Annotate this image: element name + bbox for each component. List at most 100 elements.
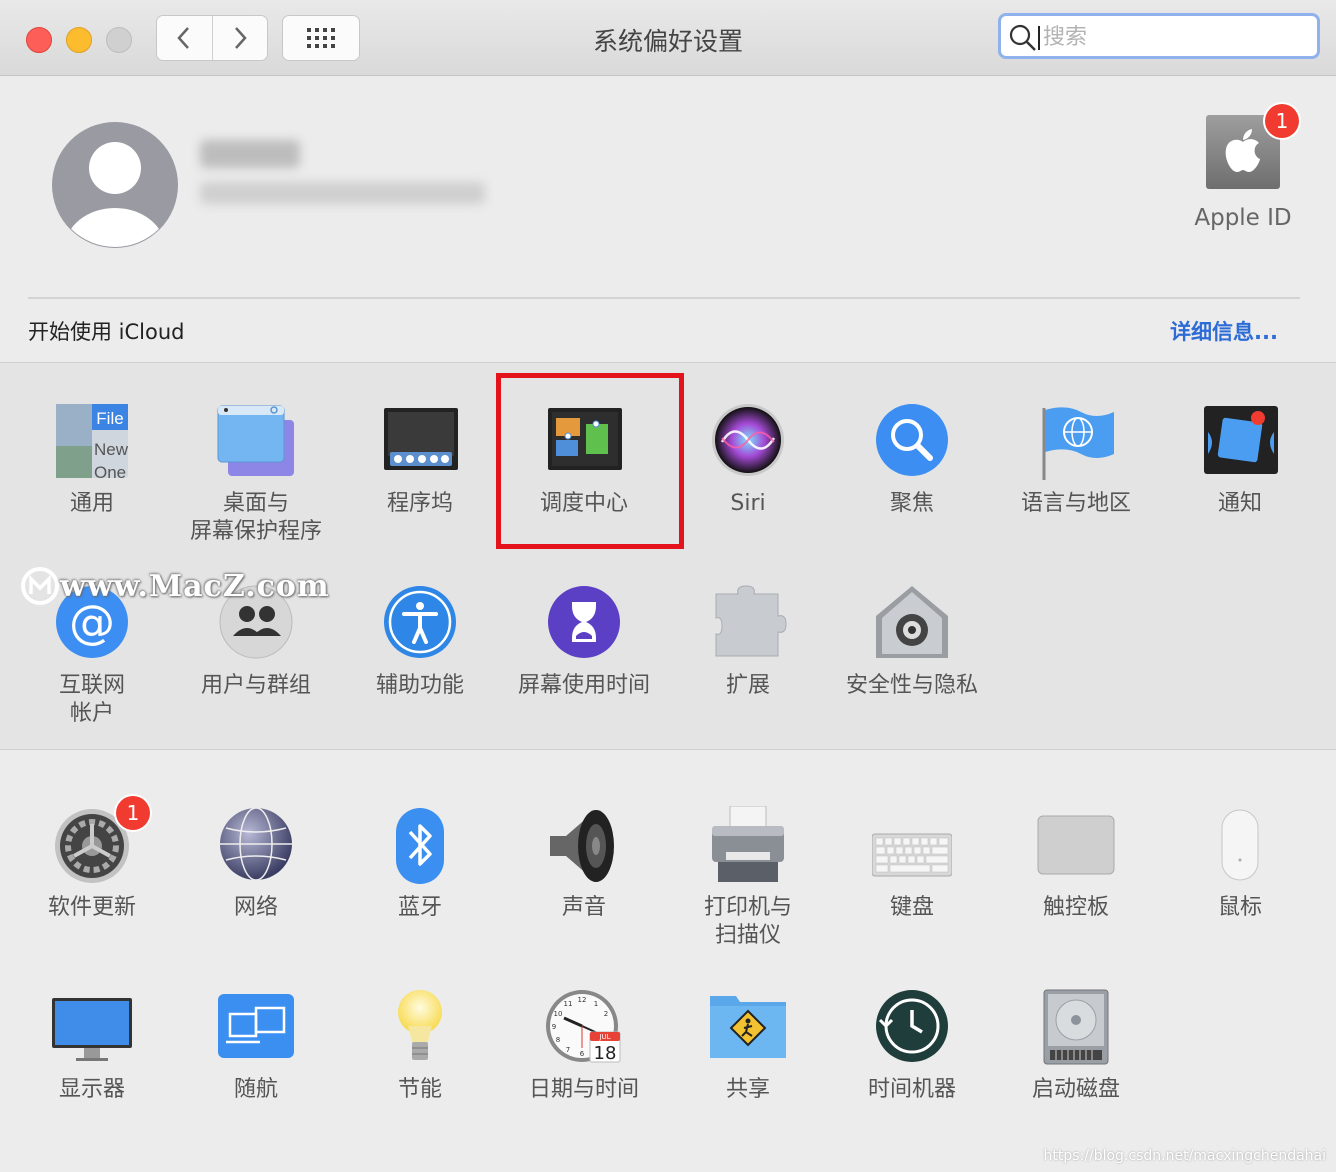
pref-label: 触控板 <box>1042 895 1109 920</box>
pref-label: 声音 <box>561 895 606 920</box>
pref-label: 通用 <box>69 491 114 516</box>
pref-label: 共享 <box>725 1077 770 1102</box>
language-region-icon <box>1042 407 1114 480</box>
pref-desktop-screensaver[interactable]: 桌面与 屏幕保护程序 <box>174 402 338 546</box>
pref-network[interactable]: 网络 <box>174 806 338 922</box>
pref-label: 网络 <box>233 895 278 920</box>
forward-button[interactable] <box>211 16 268 60</box>
sidecar-icon <box>218 994 294 1058</box>
pref-screen-time[interactable]: 屏幕使用时间 <box>502 584 666 700</box>
clock-12: 12 <box>578 996 587 1004</box>
pref-printers-scanners[interactable]: 打印机与 扫描仪 <box>666 806 830 950</box>
pref-label: 扩展 <box>725 673 770 698</box>
chevron-right-icon <box>234 27 247 49</box>
text-caret <box>1038 26 1040 50</box>
pref-label: 时间机器 <box>867 1077 956 1102</box>
clock-9: 9 <box>552 1023 556 1031</box>
minimize-window-button[interactable] <box>66 27 92 53</box>
pref-accessibility[interactable]: 辅助功能 <box>338 584 502 700</box>
apple-id-pref[interactable]: 1 Apple ID <box>1185 104 1301 231</box>
pref-siri[interactable]: Siri <box>666 402 830 518</box>
keyboard-icon <box>872 833 952 877</box>
pref-label: 用户与群组 <box>200 673 311 698</box>
watermark-text: www.MacZ.com <box>60 568 330 604</box>
clock-1: 1 <box>594 1000 598 1008</box>
user-name-redacted <box>200 140 300 168</box>
pref-security-privacy[interactable]: 安全性与隐私 <box>830 584 994 700</box>
clock-8: 8 <box>556 1036 560 1044</box>
accessibility-icon <box>384 586 456 658</box>
sound-icon <box>550 810 614 882</box>
mouse-icon <box>1221 809 1259 881</box>
pref-language-region[interactable]: 语言与地区 <box>994 402 1158 518</box>
user-email-redacted <box>200 182 485 204</box>
pref-software-update[interactable]: 1 软件更新 <box>10 796 174 922</box>
pref-notifications[interactable]: 通知 <box>1158 402 1322 518</box>
pref-label: Siri <box>730 491 766 516</box>
pref-mouse[interactable]: 鼠标 <box>1158 806 1322 922</box>
calendar-day: 18 <box>594 1043 617 1064</box>
pref-label: 节能 <box>397 1077 442 1102</box>
pref-label: 蓝牙 <box>397 895 442 920</box>
back-forward-group <box>156 15 268 61</box>
pref-general[interactable]: File New One 通用 <box>10 402 174 518</box>
zoom-window-button[interactable] <box>106 27 132 53</box>
displays-icon <box>52 998 132 1061</box>
icloud-details-link[interactable]: 详细信息... <box>1170 316 1278 346</box>
pref-label: 屏幕使用时间 <box>517 673 650 698</box>
general-file-text: File <box>96 409 123 428</box>
highlight-box <box>496 373 684 549</box>
pref-label: 辅助功能 <box>375 673 464 698</box>
pref-date-time[interactable]: 12 1 2 11 10 9 8 7 6 JUL 18 日期与时间 <box>502 988 666 1104</box>
apple-id-label: Apple ID <box>1194 205 1292 231</box>
dock-icon <box>384 408 458 470</box>
pref-time-machine[interactable]: 时间机器 <box>830 988 994 1104</box>
pref-keyboard[interactable]: 键盘 <box>830 806 994 922</box>
back-button[interactable] <box>157 16 212 60</box>
search-input[interactable] <box>1041 21 1305 53</box>
pref-label: 键盘 <box>889 895 934 920</box>
watermark: www.MacZ.com <box>20 566 330 606</box>
pref-trackpad[interactable]: 触控板 <box>994 806 1158 922</box>
pref-label: 互联网 帐户 <box>58 673 125 726</box>
pref-label: 语言与地区 <box>1020 491 1131 516</box>
pref-label: 通知 <box>1217 491 1262 516</box>
pref-energy-saver[interactable]: 节能 <box>338 988 502 1104</box>
bluetooth-icon <box>396 808 444 884</box>
pref-label: 安全性与隐私 <box>845 673 978 698</box>
clock-7: 7 <box>566 1046 570 1054</box>
pref-dock[interactable]: 程序坞 <box>338 402 502 518</box>
pref-sharing[interactable]: 共享 <box>666 988 830 1104</box>
show-all-button[interactable] <box>282 15 360 61</box>
siri-icon <box>712 404 784 476</box>
search-field[interactable] <box>998 13 1320 59</box>
pref-spotlight[interactable]: 聚焦 <box>830 402 994 518</box>
source-credit: https://blog.csdn.net/macxingchendahai <box>1043 1148 1326 1164</box>
pref-label: 启动磁盘 <box>1031 1077 1120 1102</box>
pref-extensions[interactable]: 扩展 <box>666 584 830 700</box>
clock-11: 11 <box>564 1000 573 1008</box>
pref-label: 打印机与 扫描仪 <box>703 895 792 948</box>
user-avatar-icon[interactable] <box>50 120 180 250</box>
sharing-icon <box>710 996 786 1058</box>
notifications-icon <box>1204 406 1278 474</box>
calendar-month: JUL <box>598 1033 610 1041</box>
title-bar: 系统偏好设置 <box>0 0 1336 76</box>
chevron-left-icon <box>177 27 190 49</box>
pref-label: 软件更新 <box>47 895 136 920</box>
pref-sidecar[interactable]: 随航 <box>174 988 338 1104</box>
pref-startup-disk[interactable]: 启动磁盘 <box>994 988 1158 1104</box>
printers-scanners-icon <box>712 806 784 882</box>
pref-displays[interactable]: 显示器 <box>10 988 174 1104</box>
pref-sound[interactable]: 声音 <box>502 806 666 922</box>
energy-saver-icon <box>398 990 442 1060</box>
pref-label: 聚焦 <box>889 491 934 516</box>
pref-bluetooth[interactable]: 蓝牙 <box>338 806 502 922</box>
extensions-icon <box>715 585 787 657</box>
general-icon: File New One <box>56 404 129 482</box>
startup-disk-icon <box>1043 989 1109 1065</box>
divider <box>28 297 1300 299</box>
security-privacy-icon <box>876 586 948 658</box>
close-window-button[interactable] <box>26 27 52 53</box>
trackpad-icon <box>1037 815 1115 875</box>
